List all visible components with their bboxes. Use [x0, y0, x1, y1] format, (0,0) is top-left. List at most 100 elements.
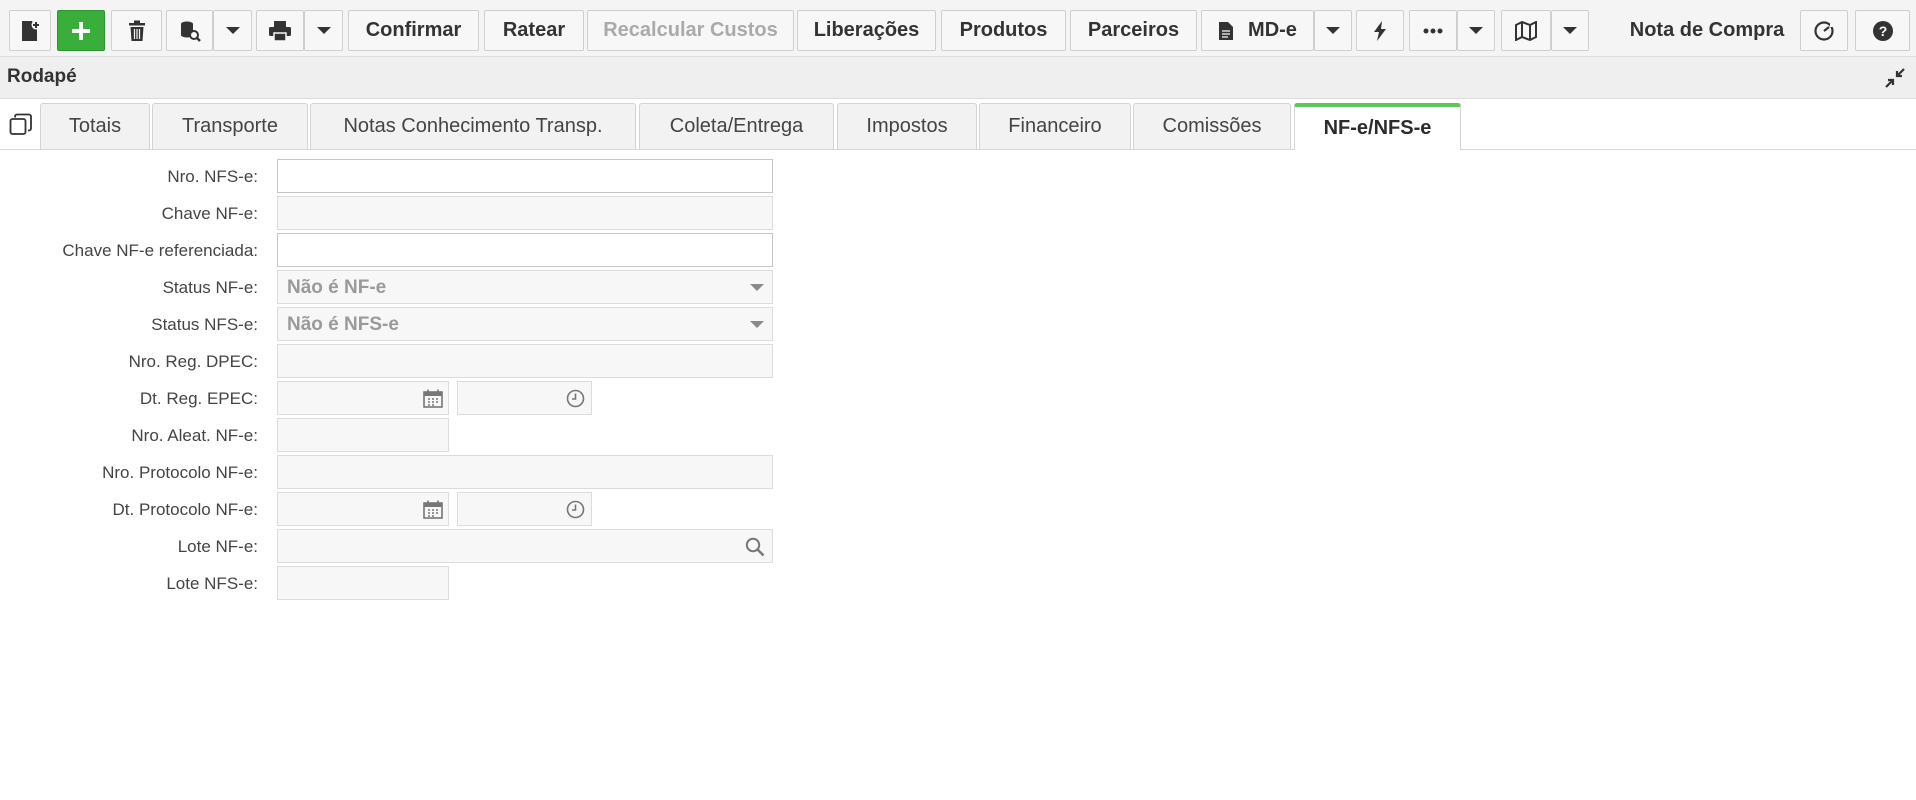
ratear-label: Ratear [502, 19, 566, 41]
tab-coleta-entrega[interactable]: Coleta/Entrega [639, 103, 834, 149]
dt-reg-epec-label: Dt. Reg. EPEC: [139, 389, 258, 408]
lote-nfse-label: Lote NFS-e: [166, 574, 258, 593]
trash-icon [128, 20, 145, 41]
new-document-button[interactable] [9, 10, 51, 51]
chevron-down-icon [750, 284, 764, 291]
print-dropdown[interactable] [304, 10, 343, 51]
map-dropdown[interactable] [1551, 10, 1589, 51]
screen-title-label: Nota de Compra [1629, 19, 1785, 41]
tab-comissoes[interactable]: Comissões [1133, 103, 1291, 149]
dt-reg-epec-date-input[interactable] [277, 381, 449, 415]
help-icon: ? [1872, 20, 1893, 41]
svg-text:?: ? [1878, 23, 1887, 39]
parceiros-label: Parceiros [1087, 19, 1180, 41]
dt-reg-epec-time-input[interactable] [457, 381, 592, 415]
clock-icon[interactable] [566, 389, 585, 408]
confirmar-button[interactable]: Confirmar [348, 10, 479, 51]
chevron-down-icon [1563, 27, 1577, 34]
plus-icon [72, 21, 90, 40]
row-status-nfe: Status NF-e: Não é NF-e [0, 270, 800, 306]
status-nfe-value: Não é NF-e [287, 277, 387, 298]
tab-nfe-nfse[interactable]: NF-e/NFS-e [1294, 103, 1461, 150]
tab-label: NF-e/NFS-e [1323, 117, 1432, 139]
row-nro-reg-dpec: Nro. Reg. DPEC: [0, 344, 800, 380]
tab-label: Impostos [866, 115, 948, 137]
row-chave-ref: Chave NF-e referenciada: [0, 233, 800, 269]
ratear-button[interactable]: Ratear [484, 10, 584, 51]
row-lote-nfse: Lote NFS-e: [0, 566, 800, 602]
tab-transporte[interactable]: Transporte [152, 103, 308, 149]
tab-totais[interactable]: Totais [40, 103, 150, 149]
calendar-icon[interactable] [423, 389, 443, 408]
nro-nfse-label: Nro. NFS-e: [167, 167, 258, 186]
tab-financeiro[interactable]: Financeiro [979, 103, 1131, 149]
status-nfe-select[interactable]: Não é NF-e [277, 270, 773, 304]
row-dt-reg-epec: Dt. Reg. EPEC: [0, 381, 800, 417]
more-options-dropdown[interactable] [1457, 10, 1495, 51]
chave-ref-input[interactable] [277, 233, 773, 267]
collapse-icon[interactable] [1884, 67, 1906, 89]
liberacoes-label: Liberações [813, 19, 920, 41]
nro-aleat-input[interactable] [277, 418, 449, 452]
ellipsis-icon [1423, 28, 1443, 33]
lightning-icon [1374, 20, 1386, 41]
copy-icon[interactable] [9, 113, 33, 137]
chave-nfe-label: Chave NF-e: [161, 204, 258, 223]
recalcular-custos-label: Recalcular Custos [603, 19, 778, 41]
lote-nfe-input[interactable] [277, 529, 773, 563]
mde-button[interactable]: MD-e [1201, 10, 1314, 51]
lote-nfe-label: Lote NF-e: [177, 537, 258, 556]
dt-protocolo-time-input[interactable] [457, 492, 592, 526]
new-document-icon [22, 20, 41, 41]
recalcular-custos-button[interactable]: Recalcular Custos [587, 10, 794, 51]
nro-nfse-input[interactable] [277, 159, 773, 193]
more-options-button[interactable] [1409, 10, 1457, 51]
status-nfse-value: Não é NFS-e [287, 314, 399, 335]
chave-nfe-input[interactable] [277, 196, 773, 230]
nro-reg-dpec-input[interactable] [277, 344, 773, 378]
row-nro-nfse: Nro. NFS-e: [0, 159, 800, 195]
main-toolbar: Confirmar Ratear Recalcular Custos Liber… [0, 0, 1916, 57]
add-button[interactable] [57, 10, 105, 51]
tab-impostos[interactable]: Impostos [837, 103, 977, 149]
status-nfse-select[interactable]: Não é NFS-e [277, 307, 773, 341]
refresh-button[interactable] [1800, 10, 1848, 51]
map-button[interactable] [1501, 10, 1551, 51]
parceiros-button[interactable]: Parceiros [1070, 10, 1197, 51]
search-records-button[interactable] [166, 10, 213, 51]
help-button[interactable]: ? [1855, 10, 1910, 51]
dt-protocolo-date-input[interactable] [277, 492, 449, 526]
dt-protocolo-label: Dt. Protocolo NF-e: [112, 500, 259, 519]
row-chave-nfe: Chave NF-e: [0, 196, 800, 232]
mde-dropdown[interactable] [1314, 10, 1352, 51]
clock-icon[interactable] [566, 500, 585, 519]
search-records-dropdown[interactable] [213, 10, 252, 51]
tab-label: Financeiro [1008, 115, 1102, 137]
produtos-label: Produtos [959, 19, 1048, 41]
nro-aleat-label: Nro. Aleat. NF-e: [131, 426, 258, 445]
row-dt-protocolo: Dt. Protocolo NF-e: [0, 492, 800, 528]
liberacoes-button[interactable]: Liberações [797, 10, 936, 51]
actions-button[interactable] [1356, 10, 1404, 51]
chevron-down-icon [316, 27, 331, 34]
nro-protocolo-input[interactable] [277, 455, 773, 489]
document-icon [1219, 21, 1234, 40]
row-lote-nfe: Lote NF-e: [0, 529, 800, 565]
search-icon[interactable] [745, 537, 765, 557]
chevron-down-icon [1469, 27, 1483, 34]
produtos-button[interactable]: Produtos [941, 10, 1066, 51]
confirmar-label: Confirmar [365, 19, 462, 41]
delete-button[interactable] [111, 10, 162, 51]
calendar-icon[interactable] [423, 500, 443, 519]
row-nro-aleat: Nro. Aleat. NF-e: [0, 418, 800, 454]
lote-nfse-input[interactable] [277, 566, 449, 600]
status-nfse-label: Status NFS-e: [151, 315, 258, 334]
print-button[interactable] [256, 10, 304, 51]
row-nro-protocolo: Nro. Protocolo NF-e: [0, 455, 800, 491]
chevron-down-icon [750, 321, 764, 328]
tab-notas-conhecimento[interactable]: Notas Conhecimento Transp. [310, 103, 636, 149]
tab-label: Notas Conhecimento Transp. [343, 115, 603, 137]
tab-label: Totais [68, 115, 122, 137]
printer-icon [269, 20, 291, 42]
nro-protocolo-label: Nro. Protocolo NF-e: [102, 463, 258, 482]
